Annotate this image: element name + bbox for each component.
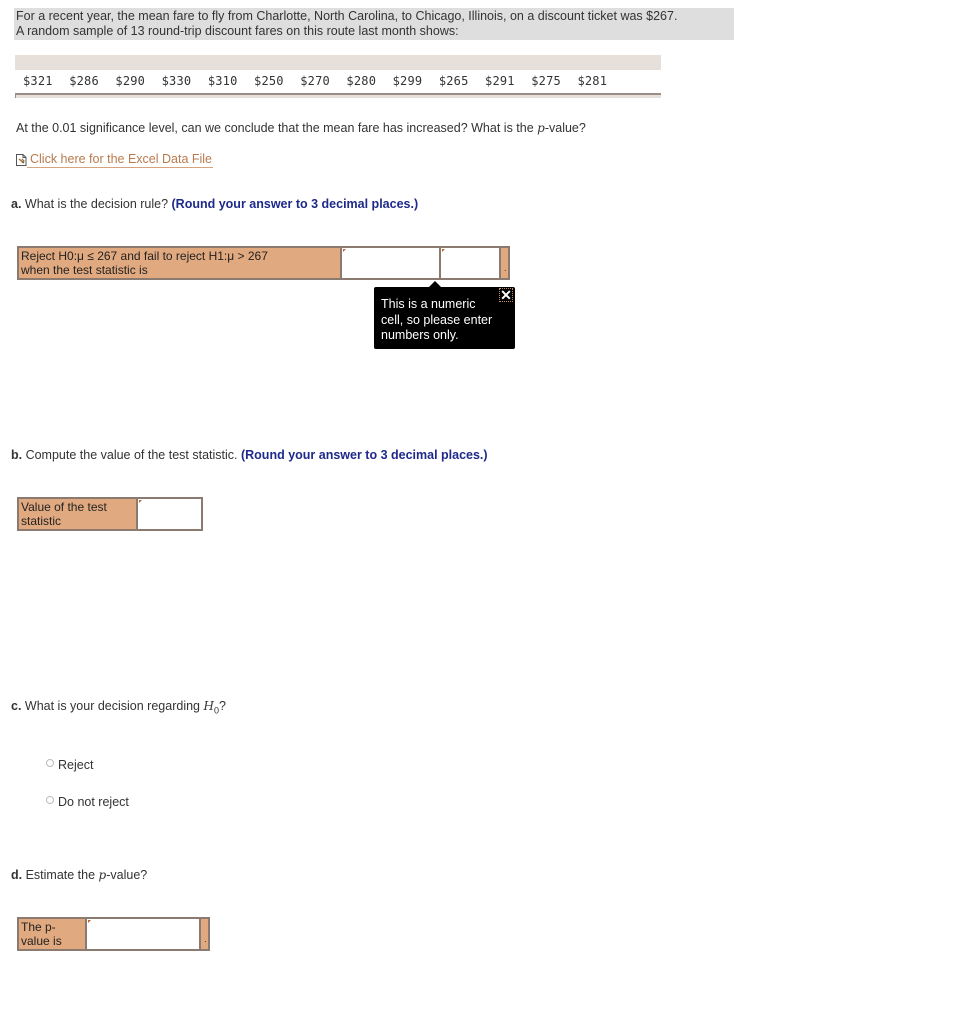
decision-rule-line-1: Reject H0:μ ≤ 267 and fail to reject H1:… [21,249,268,263]
decision-rule-label: Reject H0:μ ≤ 267 and fail to reject H1:… [19,248,340,278]
part-b-text: Compute the value of the test statistic. [22,448,241,462]
p-value-line-2: value is [21,934,62,948]
fare-value: $321 [23,74,53,88]
decision-rule-operator-input[interactable] [341,248,440,278]
test-statistic-line-1: Value of the test [21,500,107,514]
radio-label: Do not reject [58,795,129,809]
fare-value: $290 [115,74,146,88]
excel-data-file-link[interactable]: Click here for the Excel Data File [16,152,214,168]
p-value-label: The p- value is [19,919,85,949]
cell-marker [139,500,142,503]
part-a-letter: a. [11,197,22,211]
intro-line-2: A random sample of 13 round-trip discoun… [16,24,459,38]
decision-rule-table: Reject H0:μ ≤ 267 and fail to reject H1:… [17,246,510,280]
test-statistic-label: Value of the test statistic [19,499,136,529]
radio-option-do-not-reject[interactable]: Do not reject [46,795,129,809]
question-text-end: -value? [544,121,586,135]
numeric-cell-tooltip: ✕ This is a numeric cell, so please ente… [374,281,515,349]
test-statistic-input[interactable] [138,499,201,529]
fare-value: $299 [392,74,423,88]
fare-table-row: $321 $286 $290 $330 $310 $250 $270 $280 … [15,70,661,92]
fare-value: $330 [161,74,192,88]
fare-value: $265 [438,74,469,88]
part-a-hint: (Round your answer to 3 decimal places.) [171,197,419,211]
p-italic: p [537,121,545,135]
part-d-label: d. Estimate the p-value? [11,868,147,882]
fare-value: $275 [531,74,561,88]
test-statistic-line-2: statistic [21,514,62,528]
fare-table-footer [15,93,661,98]
part-a-label: a. What is the decision rule? (Round you… [11,197,418,211]
intro-line-1: For a recent year, the mean fare to fly … [16,9,678,23]
p-value-tail: . [199,919,208,949]
tooltip-line-2: cell, so please enter [381,312,493,327]
decision-rule-tail: . [499,248,508,278]
part-d-text: Estimate the [22,868,99,882]
fare-value: $310 [207,74,238,88]
p-value-input[interactable] [87,919,200,949]
question-mark: ? [218,699,226,713]
critical-value-cell[interactable] [439,248,500,278]
part-c-letter: c. [11,699,22,713]
radio-option-reject[interactable]: Reject [46,758,93,772]
radio-button[interactable] [46,795,54,804]
main-question: At the 0.01 significance level, can we c… [16,121,586,135]
decision-rule-line-2: when the test statistic is [21,263,148,277]
part-b-hint: (Round your answer to 3 decimal places.) [240,448,488,462]
part-b-letter: b. [11,448,23,462]
fare-table-header [15,55,661,70]
decision-rule-operator-cell[interactable] [339,248,440,278]
p-value-table: The p- value is . [17,917,210,951]
part-d-text-end: -value? [106,868,148,882]
fare-value: $291 [485,74,515,88]
part-d-letter: d. [11,868,23,882]
fare-value: $286 [69,74,99,88]
p-value-line-1: The p- [21,920,56,934]
part-c-label: c. What is your decision regarding H0? [11,699,226,716]
part-b-label: b. Compute the value of the test statist… [11,448,488,462]
cell-marker [442,249,446,252]
cell-marker [88,920,92,923]
radio-label: Reject [58,758,94,772]
cell-marker [342,249,346,252]
critical-value-input[interactable] [441,248,500,278]
excel-link-text[interactable]: Click here for the Excel Data File [27,152,214,168]
test-statistic-table: Value of the test statistic [17,497,203,531]
problem-intro: For a recent year, the mean fare to fly … [14,8,734,40]
tooltip-line-1: This is a numeric [381,297,476,311]
question-text: At the 0.01 significance level, can we c… [16,121,538,135]
fare-value: $281 [577,74,608,88]
tooltip-line-3: numbers only. [381,328,459,342]
part-a-text: What is the decision rule? [21,197,172,211]
fare-value: $280 [346,74,377,88]
test-statistic-cell[interactable] [136,499,201,529]
close-icon[interactable]: ✕ [499,288,513,302]
radio-button[interactable] [46,758,54,767]
tail-period: . [504,263,507,273]
tail-period: . [204,934,207,944]
part-c-text: What is your decision regarding [21,699,204,713]
p-value-cell[interactable] [85,919,200,949]
document-icon [16,154,27,166]
fare-value: $270 [300,74,330,88]
h-italic: H [203,699,214,713]
fare-value: $250 [254,74,284,88]
